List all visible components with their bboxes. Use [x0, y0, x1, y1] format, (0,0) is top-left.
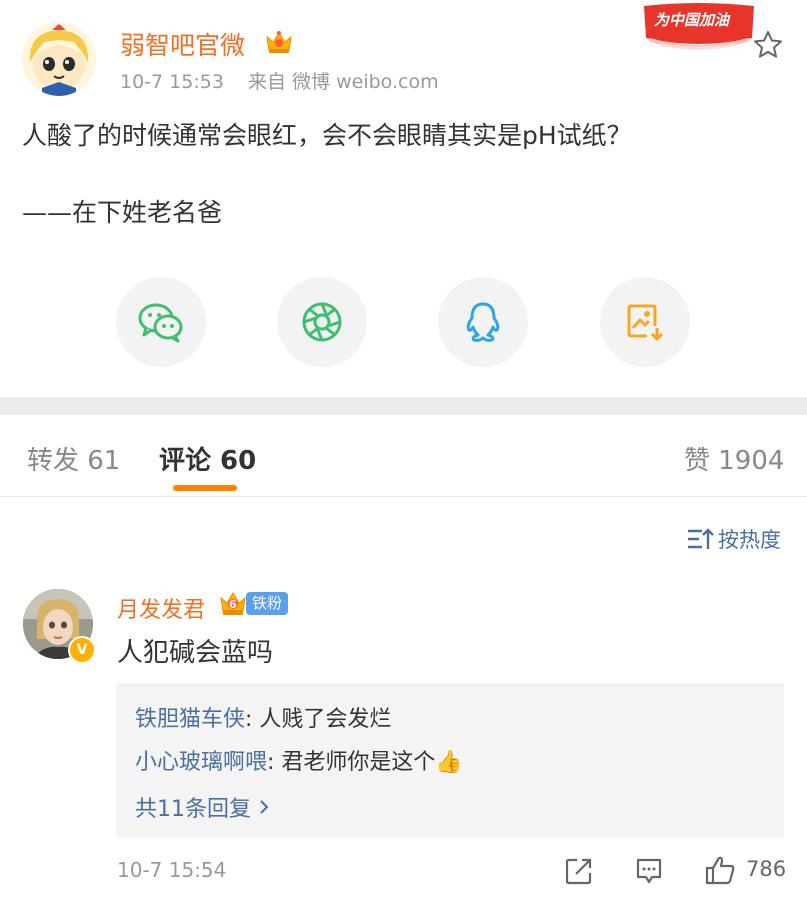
- tab-repost[interactable]: 转发 61: [27, 440, 120, 477]
- tab-likes[interactable]: 赞 1904: [684, 440, 784, 477]
- sort-by-hot-button[interactable]: 按热度: [686, 524, 781, 554]
- comment-icon: [636, 858, 662, 884]
- reply-author[interactable]: 铁胆猫车侠: [135, 707, 245, 732]
- fan-badge: 铁粉: [246, 592, 289, 615]
- comment-time: 10-7 15:54: [117, 858, 227, 882]
- chevron-right-icon: [260, 800, 269, 814]
- view-more-replies-link[interactable]: 共11条回复: [135, 791, 269, 823]
- reply-text: 君老师你是这个👍: [281, 750, 463, 775]
- commenter-name[interactable]: 月发发君: [117, 592, 205, 624]
- vip-crown-icon: [264, 29, 294, 55]
- level-number: 6: [229, 598, 237, 611]
- tab-divider: [0, 496, 807, 497]
- reply-text: 人贱了会发烂: [259, 707, 392, 732]
- reply-separator: :: [267, 750, 282, 775]
- reply-author[interactable]: 小心玻璃啊喂: [135, 750, 267, 775]
- qq-icon: [466, 302, 500, 342]
- more-replies-label: 共11条回复: [135, 797, 251, 822]
- reply-item[interactable]: 铁胆猫车侠: 人贱了会发烂: [135, 701, 391, 733]
- save-image-button[interactable]: [600, 277, 690, 367]
- thumbs-up-icon: [705, 856, 735, 885]
- like-count: 786: [746, 857, 787, 881]
- post-source: 来自 微博 weibo.com: [248, 71, 439, 93]
- post-signature: ——在下姓老名爸: [22, 198, 223, 227]
- event-banner[interactable]: 为中国加油: [640, 0, 758, 54]
- reply-separator: :: [245, 707, 260, 732]
- reply-preview-box[interactable]: 铁胆猫车侠: 人贱了会发烂 小心玻璃啊喂: 君老师你是这个👍 共11条回复: [116, 683, 784, 838]
- share-qq-button[interactable]: [438, 277, 528, 367]
- post-time: 10-7 15:53: [120, 71, 224, 93]
- wechat-icon: [138, 303, 183, 343]
- repost-comment-button[interactable]: [564, 856, 594, 886]
- share-wechat-button[interactable]: [116, 277, 206, 367]
- share-moments-button[interactable]: [277, 277, 367, 367]
- reply-comment-button[interactable]: [634, 856, 664, 886]
- author-avatar[interactable]: [22, 22, 96, 96]
- level-crown-icon: 6: [218, 589, 248, 617]
- comment-text: 人犯碱会蓝吗: [117, 638, 274, 668]
- tab-comments[interactable]: 评论 60: [159, 440, 256, 477]
- sort-icon: [688, 528, 714, 549]
- event-banner-text: 为中国加油: [654, 11, 730, 29]
- verified-badge-icon: V: [68, 636, 96, 664]
- like-comment-button[interactable]: [704, 854, 735, 885]
- share-out-icon: [565, 858, 592, 885]
- sort-label: 按热度: [718, 528, 781, 552]
- author-name[interactable]: 弱智吧官微: [120, 26, 245, 62]
- post-meta: 10-7 15:53 来自 微博 weibo.com: [120, 67, 439, 94]
- favorite-star-icon[interactable]: [752, 29, 784, 61]
- save-image-icon: [627, 304, 664, 341]
- active-tab-indicator: [173, 485, 237, 491]
- reply-item[interactable]: 小心玻璃啊喂: 君老师你是这个👍: [135, 744, 463, 776]
- section-divider: [0, 397, 807, 415]
- post-body-text: 人酸了的时候通常会眼红，会不会眼睛其实是pH试纸？: [22, 121, 632, 150]
- moments-icon: [302, 302, 342, 342]
